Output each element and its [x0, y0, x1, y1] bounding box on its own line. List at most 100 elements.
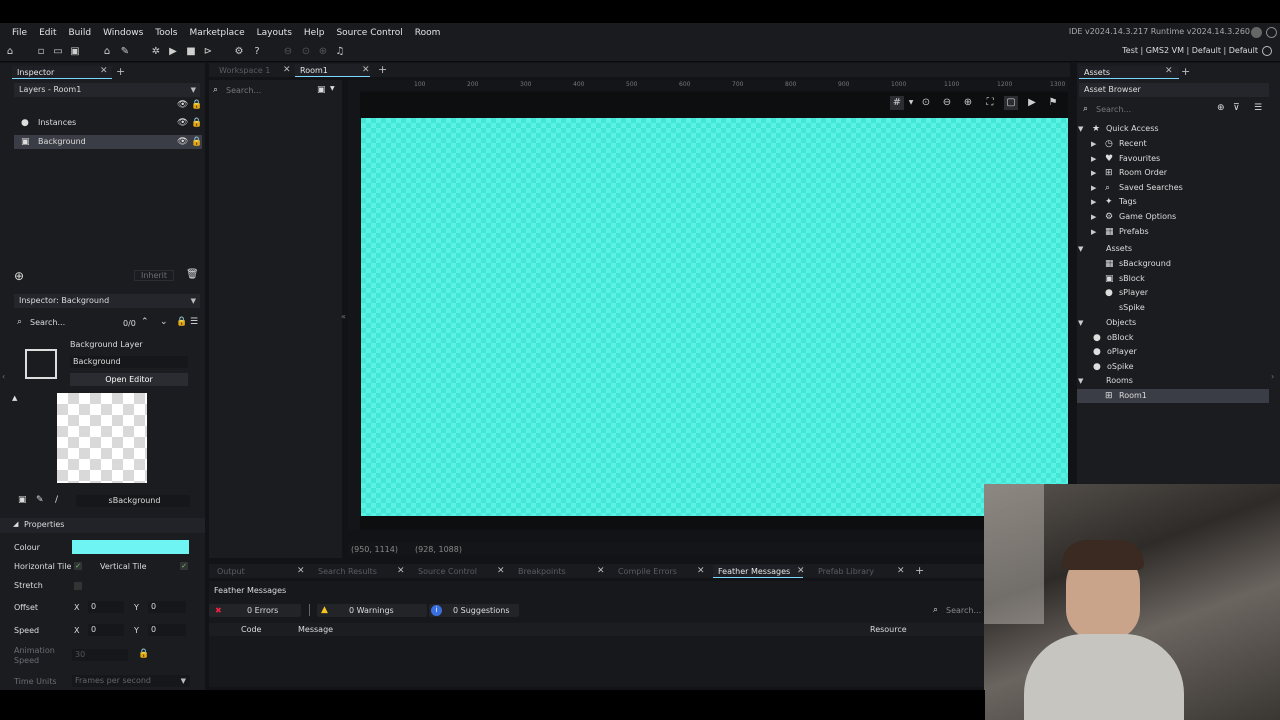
tab-output-5[interactable]: Feather Messages	[713, 565, 803, 578]
tab-workspace[interactable]: Workspace 1	[214, 64, 289, 77]
properties-header[interactable]: ◢ Properties	[0, 518, 205, 533]
zoom-out-icon[interactable]: ⊖	[281, 45, 295, 59]
help-icon[interactable]: ?	[250, 45, 264, 59]
lock-icon[interactable]: 🔒	[191, 100, 202, 110]
save-icon[interactable]: ▣	[68, 45, 82, 59]
tree-rooms-folder[interactable]: ▼ Rooms	[1077, 374, 1269, 388]
menu-room[interactable]: Room	[409, 28, 447, 38]
col-code[interactable]: Code	[241, 625, 261, 634]
chevron-up-icon[interactable]: ⌃	[141, 317, 149, 327]
panel-collapse-icon[interactable]: ›	[1271, 372, 1274, 381]
add-layer-icon[interactable]: ⊕	[14, 269, 24, 283]
eye-icon[interactable]: 👁	[177, 100, 188, 110]
errors-filter[interactable]: ✖ 0 Errors	[209, 604, 301, 617]
chevron-down-icon[interactable]: ▼	[904, 96, 918, 110]
tree-item-oblock[interactable]: ● oBlock	[1077, 331, 1269, 345]
tree-assets-folder[interactable]: ▼ Assets	[1077, 242, 1269, 256]
tab-output-1[interactable]: Search Results	[313, 565, 403, 578]
room-background[interactable]	[361, 118, 1068, 516]
colour-swatch[interactable]	[72, 540, 189, 554]
zoom-in-icon[interactable]: ⊕	[961, 96, 975, 110]
menu-icon[interactable]: ☰	[190, 317, 198, 327]
vtile-checkbox[interactable]: ✓	[180, 562, 188, 570]
offset-y-input[interactable]: 0	[148, 601, 186, 613]
close-icon[interactable]: ✕	[283, 65, 291, 75]
zoom-fit-icon[interactable]: ⊙	[919, 96, 933, 110]
tab-output-2[interactable]: Source Control	[413, 565, 503, 578]
tree-item-ospike[interactable]: ● oSpike	[1077, 360, 1269, 374]
sprite-select[interactable]: sBackground	[76, 495, 190, 507]
inspector-search-input[interactable]: Search...	[27, 317, 117, 329]
htile-checkbox[interactable]: ✓	[74, 562, 82, 570]
menu-edit[interactable]: Edit	[33, 28, 62, 38]
room-canvas-area[interactable]	[360, 92, 1068, 530]
user-icon[interactable]	[1266, 27, 1277, 38]
filter-icon[interactable]: ⊽	[1233, 103, 1240, 113]
layer-name-input[interactable]: Background	[70, 356, 188, 368]
zoom-in-icon[interactable]: ⊕	[316, 45, 330, 59]
lock-icon[interactable]: 🔒	[138, 649, 149, 659]
edit-sprite-icon[interactable]: ✎	[36, 495, 44, 505]
add-tab-icon[interactable]: +	[116, 65, 125, 78]
close-icon[interactable]: ✕	[1165, 66, 1173, 76]
close-icon[interactable]: ✕	[362, 65, 370, 75]
add-tab-icon[interactable]: +	[378, 63, 387, 76]
menu-marketplace[interactable]: Marketplace	[183, 28, 250, 38]
expand-icon[interactable]: ▶	[1091, 225, 1096, 239]
expand-icon[interactable]: ▼	[1078, 242, 1083, 256]
tab-assets[interactable]: Assets	[1079, 66, 1179, 79]
speed-x-input[interactable]: 0	[88, 624, 124, 636]
add-asset-icon[interactable]: ⊕	[1217, 103, 1225, 113]
clean-cache-icon[interactable]: ⊳	[201, 45, 215, 59]
expand-icon[interactable]: ▶	[1091, 210, 1096, 224]
tree-item-sspike[interactable]: sSpike	[1077, 301, 1269, 315]
warnings-filter[interactable]: ▲ 0 Warnings	[317, 604, 427, 617]
settings-icon[interactable]: ⚙	[232, 45, 246, 59]
create-exe-icon[interactable]: ⌂	[100, 45, 114, 59]
anim-speed-input[interactable]: 30	[72, 649, 128, 661]
new-project-icon[interactable]: ▫	[34, 45, 48, 59]
tab-output-0[interactable]: Output	[212, 565, 303, 578]
tree-item-tags[interactable]: ▶ ✦ Tags	[1077, 195, 1269, 209]
eye-icon[interactable]: 👁	[177, 116, 188, 130]
tree-item-sblock[interactable]: ▣ sBlock	[1077, 272, 1269, 286]
menu-windows[interactable]: Windows	[97, 28, 149, 38]
suggestions-filter[interactable]: i 0 Suggestions	[429, 604, 519, 617]
expand-icon[interactable]: ▶	[1091, 195, 1096, 209]
tab-room1[interactable]: Room1	[295, 64, 370, 77]
viewport-icon[interactable]: ▢	[1004, 96, 1018, 110]
stretch-checkbox[interactable]	[74, 582, 82, 590]
menu-build[interactable]: Build	[63, 28, 98, 38]
tree-item-saved-searches[interactable]: ▶ ⌕ Saved Searches	[1077, 181, 1269, 195]
speed-y-input[interactable]: 0	[148, 624, 186, 636]
tree-item-recent[interactable]: ▶ ◷ Recent	[1077, 137, 1269, 151]
tree-item-oplayer[interactable]: ● oPlayer	[1077, 345, 1269, 359]
expand-icon[interactable]: ▶	[1091, 137, 1096, 151]
menu-source-control[interactable]: Source Control	[330, 28, 408, 38]
tree-quick-access[interactable]: ▼ ★ Quick Access	[1077, 122, 1269, 136]
filter-icon[interactable]: ▣	[317, 85, 326, 95]
close-icon[interactable]: ✕	[397, 566, 405, 576]
run-icon[interactable]: ▶	[166, 45, 180, 59]
col-resource[interactable]: Resource	[870, 625, 907, 634]
panel-collapse-icon[interactable]: «	[341, 312, 346, 321]
close-icon[interactable]: ✕	[597, 566, 605, 576]
panel-collapse-icon[interactable]: ‹	[2, 372, 5, 381]
menu-tools[interactable]: Tools	[149, 28, 183, 38]
tree-item-splayer[interactable]: ● sPlayer	[1077, 286, 1269, 300]
layers-dropdown[interactable]: Layers - Room1 ▼	[14, 83, 200, 97]
tree-objects-folder[interactable]: ▼ Objects	[1077, 316, 1269, 330]
game-options-icon[interactable]: ♫	[333, 45, 347, 59]
lock-icon[interactable]: 🔒	[176, 317, 187, 327]
target-settings-icon[interactable]	[1262, 46, 1272, 56]
offset-x-input[interactable]: 0	[88, 601, 124, 613]
close-icon[interactable]: ✕	[297, 566, 305, 576]
flag-icon[interactable]: ⚑	[1046, 96, 1060, 110]
menu-layouts[interactable]: Layouts	[251, 28, 298, 38]
expand-icon[interactable]: ▶	[1091, 166, 1096, 180]
brush-icon[interactable]: /	[55, 495, 58, 505]
close-icon[interactable]: ✕	[797, 566, 805, 576]
open-project-icon[interactable]: ▭	[51, 45, 65, 59]
stop-icon[interactable]: ■	[184, 45, 198, 59]
sprite-icon[interactable]: ▣	[18, 495, 27, 505]
